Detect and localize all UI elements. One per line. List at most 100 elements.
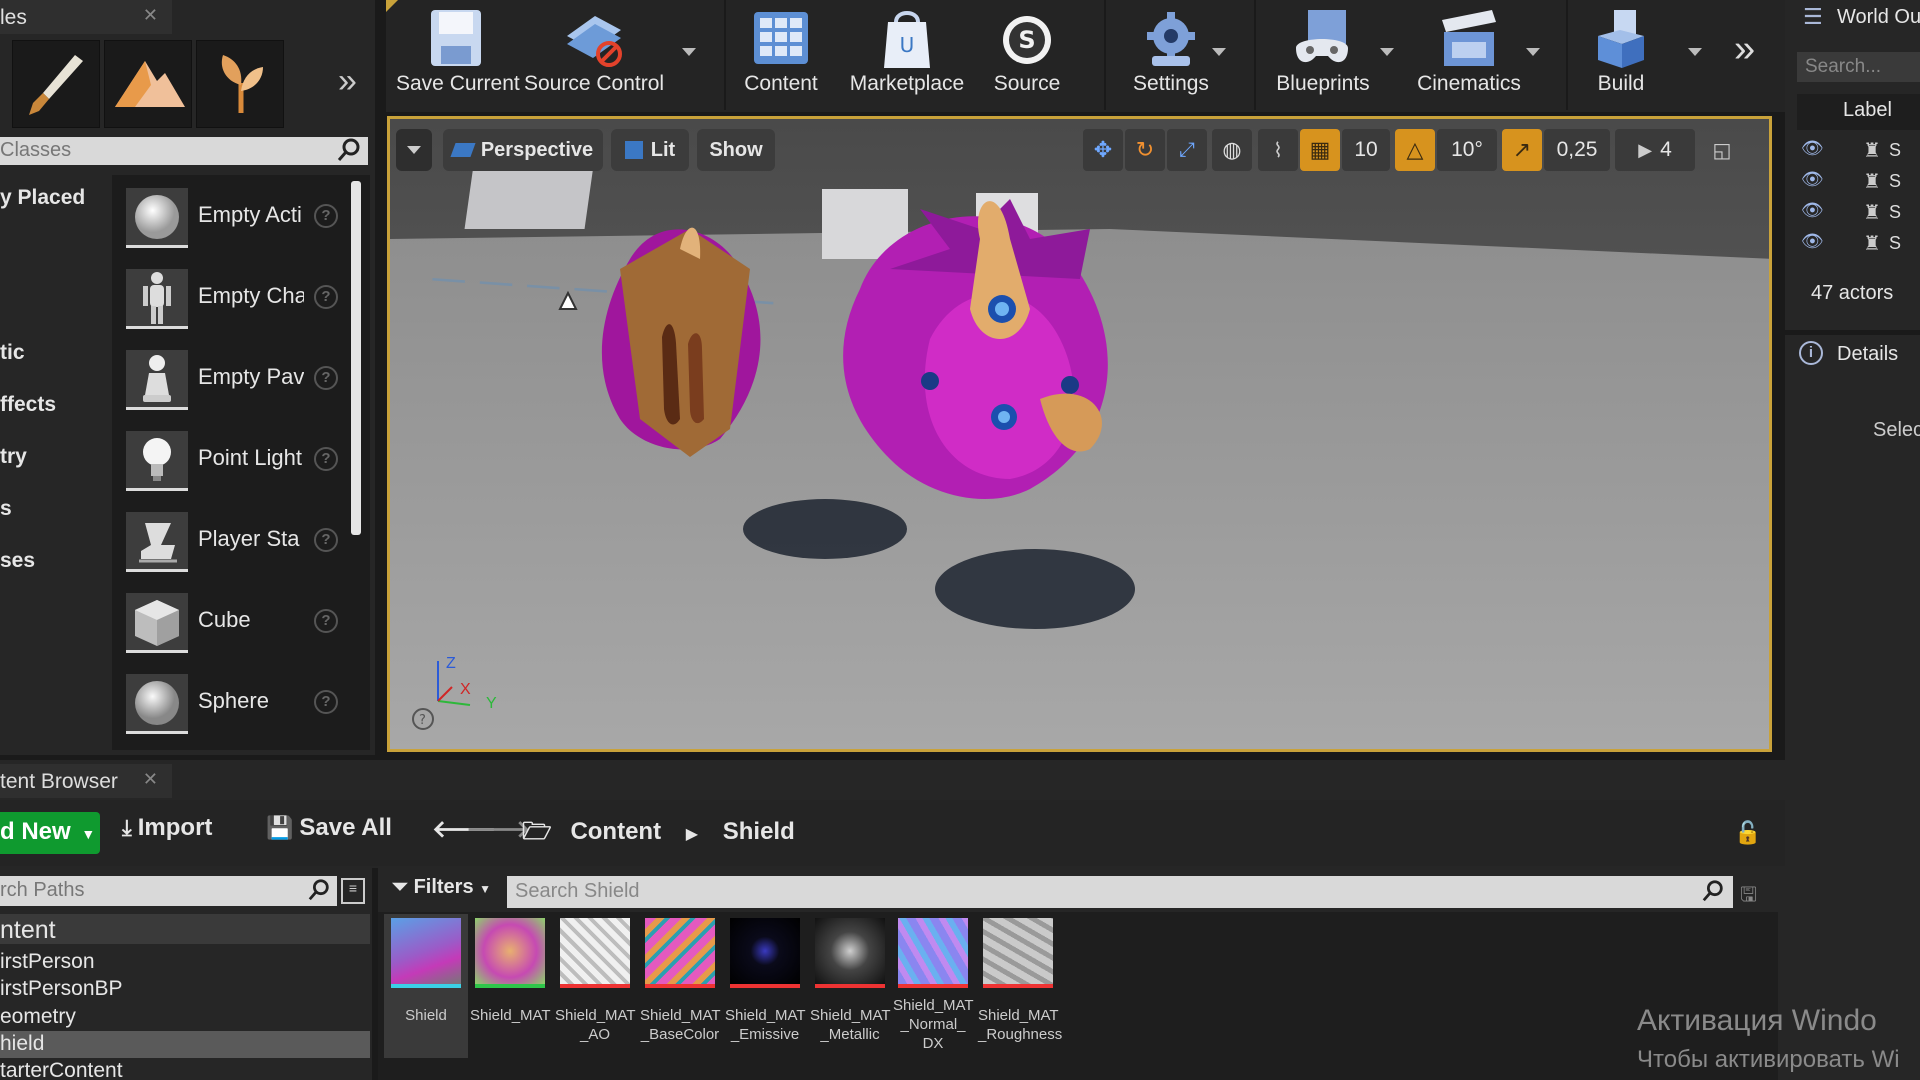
outliner-row[interactable]: 👁 ♜ S bbox=[1797, 138, 1920, 168]
chevron-down-icon[interactable] bbox=[1212, 48, 1226, 56]
asset-tile[interactable]: Shield_MAT _Roughness bbox=[978, 918, 1062, 1044]
forward-button[interactable]: 🡒 bbox=[466, 814, 530, 844]
help-icon[interactable]: ? bbox=[314, 609, 338, 633]
tree-item-firstperson[interactable]: irstPerson bbox=[0, 950, 95, 974]
level-viewport[interactable]: — — — — — ——— ? Z X Y Perspective Lit Sh… bbox=[387, 116, 1772, 752]
chevron-right-icon[interactable]: » bbox=[338, 62, 368, 102]
tree-item-shield[interactable]: hield bbox=[0, 1032, 44, 1056]
actor-item-empty-character[interactable]: Empty Cha ? bbox=[126, 265, 346, 331]
maximize-viewport-button[interactable]: ◱ bbox=[1704, 129, 1740, 171]
filters-button[interactable]: ⏷ Filters ▼ bbox=[392, 876, 496, 906]
chevron-down-icon[interactable] bbox=[1380, 48, 1394, 56]
grid-snap-value[interactable]: 10 bbox=[1342, 129, 1390, 171]
close-icon[interactable]: ✕ bbox=[143, 5, 158, 26]
outliner-row[interactable]: 👁 ♜ S bbox=[1797, 169, 1920, 199]
modes-tab[interactable]: les ✕ bbox=[0, 0, 172, 34]
actor-item-player-start[interactable]: Player Sta ? bbox=[126, 508, 346, 574]
save-current-button[interactable]: Save Current bbox=[396, 0, 520, 110]
tree-item-content[interactable]: ntent bbox=[0, 916, 56, 945]
source-control-button[interactable]: Source Control bbox=[524, 0, 664, 110]
asset-search-input[interactable]: Search Shield bbox=[507, 876, 1733, 908]
actor-item-empty-actor[interactable]: Empty Acti ? bbox=[126, 184, 346, 250]
eye-icon[interactable]: 👁 bbox=[1801, 200, 1824, 221]
chevron-down-icon[interactable] bbox=[1526, 48, 1540, 56]
category-visual-effects[interactable]: ffects bbox=[0, 393, 56, 417]
rotate-tool[interactable]: ↻ bbox=[1125, 129, 1165, 171]
save-all-button[interactable]: 💾 Save All bbox=[266, 814, 392, 842]
paint-mode-button[interactable] bbox=[12, 40, 100, 128]
actor-item-cube[interactable]: Cube ? bbox=[126, 589, 346, 655]
category-recently-placed[interactable]: y Placed bbox=[0, 186, 85, 210]
blueprints-button[interactable]: Blueprints bbox=[1266, 0, 1380, 110]
asset-tile[interactable]: Shield_MAT _Emissive bbox=[725, 918, 806, 1044]
landscape-mode-button[interactable] bbox=[104, 40, 192, 128]
help-icon[interactable]: ? bbox=[314, 690, 338, 714]
actor-item-point-light[interactable]: Point Light ? bbox=[126, 427, 346, 493]
category-volumes[interactable]: s bbox=[0, 497, 12, 521]
view-options-icon[interactable]: ≡ bbox=[341, 878, 365, 904]
asset-tile[interactable]: Shield_MAT bbox=[470, 918, 551, 1025]
asset-tile[interactable]: Shield_MAT _BaseColor bbox=[640, 918, 721, 1044]
eye-icon[interactable]: 👁 bbox=[1801, 169, 1824, 190]
outliner-title[interactable]: World Ou bbox=[1837, 6, 1920, 29]
tree-item-firstpersonbp[interactable]: irstPersonBP bbox=[0, 977, 123, 1001]
add-new-button[interactable]: d New ▼ bbox=[0, 812, 100, 854]
source-button[interactable]: S Source bbox=[982, 0, 1072, 110]
asset-tile[interactable]: Shield_MAT _Normal_ DX bbox=[893, 918, 974, 1053]
chevron-right-icon[interactable]: ▶ bbox=[686, 826, 698, 843]
chevron-right-icon[interactable]: » bbox=[1734, 28, 1755, 71]
marketplace-button[interactable]: U Marketplace bbox=[842, 0, 972, 110]
tree-item-startercontent[interactable]: tarterContent bbox=[0, 1059, 123, 1080]
actor-list-scrollbar[interactable] bbox=[351, 181, 361, 535]
tree-item-geometry[interactable]: eometry bbox=[0, 1005, 76, 1029]
import-button[interactable]: ⤓ Import bbox=[122, 814, 212, 842]
help-icon[interactable]: ? bbox=[314, 528, 338, 552]
scale-tool[interactable]: ⤢ bbox=[1167, 129, 1207, 171]
save-search-icon[interactable]: 🖫 bbox=[1740, 880, 1757, 914]
grid-snap-toggle[interactable]: ▦ bbox=[1300, 129, 1340, 171]
show-button[interactable]: Show bbox=[697, 129, 775, 171]
help-icon[interactable]: ? bbox=[314, 285, 338, 309]
outliner-column-header[interactable]: Label bbox=[1797, 94, 1920, 130]
settings-button[interactable]: Settings bbox=[1116, 0, 1226, 110]
asset-tile[interactable]: Shield_MAT _Metallic bbox=[810, 918, 891, 1044]
classes-search-input[interactable]: Classes bbox=[0, 137, 368, 165]
content-button[interactable]: Content bbox=[736, 0, 826, 110]
perspective-button[interactable]: Perspective bbox=[443, 129, 603, 171]
category-geometry[interactable]: try bbox=[0, 445, 27, 469]
scale-snap-value[interactable]: 0,25 bbox=[1544, 129, 1610, 171]
details-title[interactable]: Details bbox=[1837, 343, 1898, 366]
category-basic[interactable]: tic bbox=[0, 341, 25, 365]
actor-item-empty-pawn[interactable]: Empty Pav ? bbox=[126, 346, 346, 412]
actor-item-sphere[interactable]: Sphere ? bbox=[126, 670, 346, 736]
viewport-options-button[interactable] bbox=[396, 129, 432, 171]
camera-speed-button[interactable]: ▶ 4 bbox=[1615, 129, 1695, 171]
eye-icon[interactable]: 👁 bbox=[1801, 231, 1824, 252]
help-icon[interactable]: ? bbox=[314, 204, 338, 228]
chevron-down-icon[interactable] bbox=[1688, 48, 1702, 56]
breadcrumb-content[interactable]: Content bbox=[570, 818, 661, 845]
outliner-row[interactable]: 👁 ♜ S bbox=[1797, 200, 1920, 230]
rotation-snap-value[interactable]: 10° bbox=[1437, 129, 1497, 171]
help-icon[interactable]: ? bbox=[314, 447, 338, 471]
chevron-down-icon[interactable] bbox=[682, 48, 696, 56]
surface-snap-toggle[interactable]: ⌇ bbox=[1258, 129, 1298, 171]
content-browser-tab[interactable]: tent Browser ✕ bbox=[0, 764, 172, 798]
eye-icon[interactable]: 👁 bbox=[1801, 138, 1824, 159]
asset-tile[interactable]: Shield bbox=[386, 918, 466, 1025]
outliner-row[interactable]: 👁 ♜ S bbox=[1797, 231, 1920, 261]
outliner-search-input[interactable]: Search... bbox=[1797, 52, 1920, 82]
category-all-classes[interactable]: ses bbox=[0, 549, 35, 573]
asset-tile[interactable]: Shield_MAT _AO bbox=[555, 918, 636, 1044]
world-local-toggle[interactable]: ◍ bbox=[1212, 129, 1252, 171]
cinematics-button[interactable]: Cinematics bbox=[1406, 0, 1532, 110]
lock-icon[interactable]: 🔓 bbox=[1734, 820, 1761, 846]
foliage-mode-button[interactable] bbox=[196, 40, 284, 128]
paths-search-input[interactable]: rch Paths bbox=[0, 876, 337, 906]
translate-tool[interactable]: ✥ bbox=[1083, 129, 1123, 171]
build-button[interactable]: Build bbox=[1576, 0, 1666, 110]
rotation-snap-toggle[interactable]: △ bbox=[1395, 129, 1435, 171]
scale-snap-toggle[interactable]: ↗ bbox=[1502, 129, 1542, 171]
lit-button[interactable]: Lit bbox=[611, 129, 689, 171]
close-icon[interactable]: ✕ bbox=[143, 769, 158, 790]
